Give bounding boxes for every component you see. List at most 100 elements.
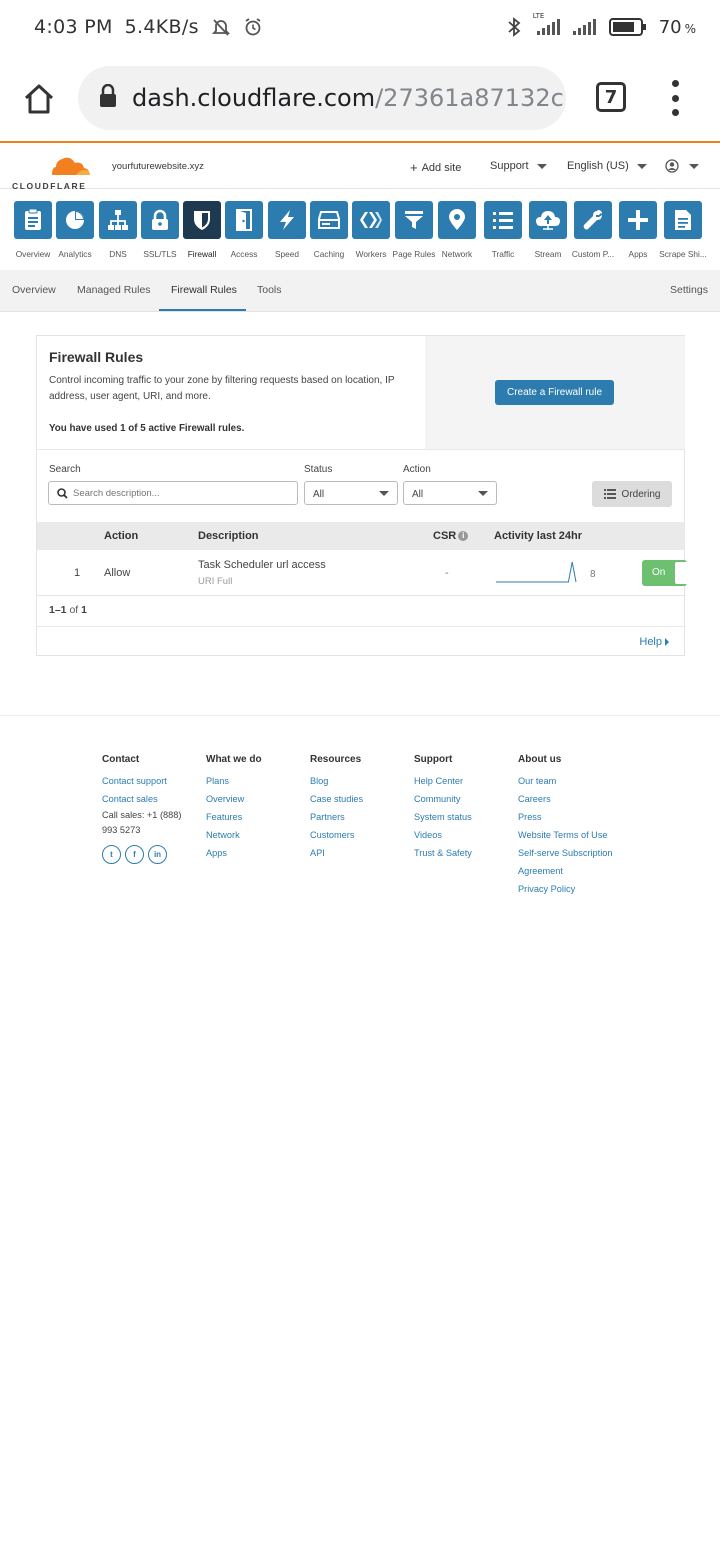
app-access[interactable]: Access bbox=[222, 189, 266, 259]
app-network[interactable]: Network bbox=[435, 189, 479, 259]
language-label: English (US) bbox=[567, 160, 629, 172]
footer-link[interactable]: Partners bbox=[310, 808, 420, 826]
app-stream[interactable]: Stream bbox=[526, 189, 570, 259]
network-speed: 5.4KB/s bbox=[124, 16, 199, 38]
list-icon bbox=[484, 201, 522, 239]
table-row[interactable]: 1 Allow Task Scheduler url access URI Fu… bbox=[37, 550, 687, 596]
column-activity: Activity last 24hr bbox=[494, 530, 583, 542]
footer-link[interactable]: Help Center bbox=[414, 772, 524, 790]
account-menu[interactable] bbox=[665, 159, 699, 173]
contact-support-link[interactable]: Contact support bbox=[102, 772, 212, 790]
app-page-rules[interactable]: Page Rules bbox=[392, 189, 436, 259]
add-site-label: Add site bbox=[421, 161, 462, 174]
app-label: Speed bbox=[275, 249, 299, 259]
footer-link[interactable]: Case studies bbox=[310, 790, 420, 808]
footer-link[interactable]: Community bbox=[414, 790, 524, 808]
tab-overview[interactable]: Overview bbox=[12, 284, 56, 296]
footer-link[interactable]: Overview bbox=[206, 790, 316, 808]
pie-chart-icon bbox=[56, 201, 94, 239]
footer-link[interactable]: Videos bbox=[414, 826, 524, 844]
tab-managed-rules[interactable]: Managed Rules bbox=[77, 284, 151, 296]
app-navigation: Overview Analytics DNS SSL/TLS Firewall … bbox=[0, 189, 720, 269]
app-label: Apps bbox=[628, 249, 648, 259]
footer-heading: About us bbox=[518, 754, 562, 765]
rule-toggle[interactable]: On bbox=[642, 560, 687, 586]
footer-link[interactable]: System status bbox=[414, 808, 524, 826]
pager-of: of bbox=[69, 604, 79, 616]
app-dns[interactable]: DNS bbox=[96, 189, 140, 259]
chevron-down-icon bbox=[636, 163, 647, 169]
table-header: Action Description CSR i Activity last 24… bbox=[37, 522, 685, 550]
search-input[interactable] bbox=[73, 487, 293, 499]
app-scrape-shield[interactable]: Scrape Shi... bbox=[659, 189, 707, 259]
app-overview[interactable]: Overview bbox=[11, 189, 55, 259]
info-icon[interactable]: i bbox=[458, 531, 469, 542]
footer-link[interactable]: Customers bbox=[310, 826, 420, 844]
pager-total: 1 bbox=[81, 604, 87, 616]
footer-support: Support Help Center Community System sta… bbox=[414, 754, 524, 862]
footer-link[interactable]: Our team bbox=[518, 772, 628, 790]
app-analytics[interactable]: Analytics bbox=[53, 189, 97, 259]
wrench-icon bbox=[574, 201, 612, 239]
app-apps[interactable]: Apps bbox=[616, 189, 660, 259]
action-select[interactable]: All bbox=[403, 481, 497, 505]
rule-description[interactable]: Task Scheduler url access bbox=[198, 559, 326, 571]
footer-link[interactable]: Features bbox=[206, 808, 316, 826]
footer-link[interactable]: Self-serve Subscription Agreement bbox=[518, 844, 628, 880]
app-speed[interactable]: Speed bbox=[265, 189, 309, 259]
footer-link[interactable]: Plans bbox=[206, 772, 316, 790]
tab-firewall-rules[interactable]: Firewall Rules bbox=[171, 284, 237, 296]
ordering-button[interactable]: Ordering bbox=[592, 481, 672, 507]
app-workers[interactable]: Workers bbox=[349, 189, 393, 259]
help-link[interactable]: Help bbox=[639, 636, 669, 648]
support-label: Support bbox=[490, 160, 529, 172]
footer-link[interactable]: Privacy Policy bbox=[518, 880, 628, 898]
search-field[interactable] bbox=[48, 481, 298, 505]
cloudflare-logo[interactable]: CLOUDFLARE bbox=[12, 153, 92, 191]
overflow-menu-icon[interactable] bbox=[665, 80, 685, 116]
footer-link[interactable]: Trust & Safety bbox=[414, 844, 524, 862]
site-selector[interactable]: yourfuturewebsite.xyz bbox=[112, 161, 204, 172]
action-value: All bbox=[412, 489, 424, 500]
chevron-down-icon bbox=[536, 163, 547, 169]
tab-tools[interactable]: Tools bbox=[257, 284, 282, 296]
home-icon[interactable] bbox=[22, 82, 56, 116]
tab-switcher-button[interactable]: 7 bbox=[596, 82, 626, 112]
app-custom-pages[interactable]: Custom P... bbox=[571, 189, 615, 259]
card-description: Control incoming traffic to your zone by… bbox=[49, 375, 395, 402]
chevron-down-icon bbox=[379, 491, 389, 496]
status-select[interactable]: All bbox=[304, 481, 398, 505]
add-site-button[interactable]: + Add site bbox=[410, 160, 461, 175]
footer-contact: Contact Contact support Contact sales Ca… bbox=[102, 754, 212, 864]
rule-action: Allow bbox=[104, 567, 131, 579]
app-label: Traffic bbox=[491, 249, 515, 259]
app-ssl-tls[interactable]: SSL/TLS bbox=[138, 189, 182, 259]
app-caching[interactable]: Caching bbox=[307, 189, 351, 259]
create-firewall-rule-button[interactable]: Create a Firewall rule bbox=[495, 380, 614, 405]
footer-link[interactable]: Careers bbox=[518, 790, 628, 808]
pager-range: 1–1 bbox=[49, 604, 67, 616]
signal-icon bbox=[572, 18, 597, 36]
rule-usage: You have used 1 of 5 active Firewall rul… bbox=[49, 423, 245, 434]
support-menu[interactable]: Support bbox=[490, 160, 547, 172]
language-menu[interactable]: English (US) bbox=[567, 160, 647, 172]
footer-link[interactable]: Website Terms of Use bbox=[518, 826, 628, 844]
tab-settings[interactable]: Settings bbox=[670, 284, 708, 296]
footer-link[interactable]: Blog bbox=[310, 772, 420, 790]
search-icon bbox=[57, 487, 68, 499]
app-firewall[interactable]: Firewall bbox=[180, 189, 224, 259]
column-action: Action bbox=[104, 530, 139, 542]
contact-sales-link[interactable]: Contact sales bbox=[102, 790, 212, 808]
footer-link[interactable]: Press bbox=[518, 808, 628, 826]
footer-heading: Contact bbox=[102, 754, 140, 765]
card-cta-panel: Create a Firewall rule bbox=[425, 336, 685, 449]
social-links: t f in bbox=[102, 845, 212, 864]
address-bar[interactable]: dash.cloudflare.com/27361a87132c5 bbox=[78, 66, 566, 130]
twitter-icon[interactable]: t bbox=[102, 845, 121, 864]
footer-link[interactable]: Apps bbox=[206, 844, 316, 862]
linkedin-icon[interactable]: in bbox=[148, 845, 167, 864]
footer-link[interactable]: API bbox=[310, 844, 420, 862]
facebook-icon[interactable]: f bbox=[125, 845, 144, 864]
app-traffic[interactable]: Traffic bbox=[481, 189, 525, 259]
footer-link[interactable]: Network bbox=[206, 826, 316, 844]
